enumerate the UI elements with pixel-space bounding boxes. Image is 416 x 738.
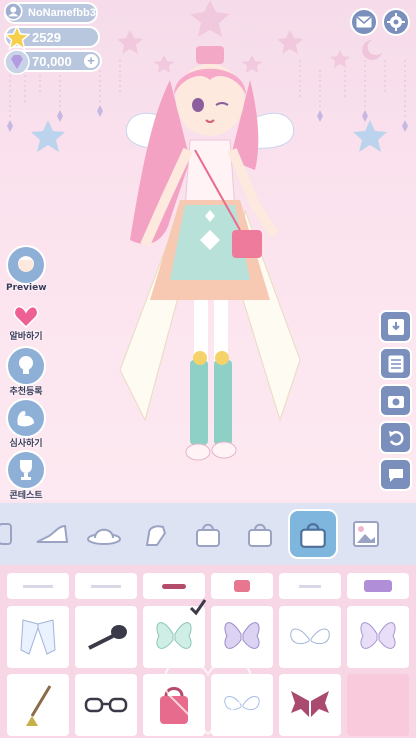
grid-item[interactable] [279, 606, 341, 668]
undo-icon [388, 430, 404, 445]
list-icon [388, 355, 403, 372]
hat-icon [87, 528, 121, 545]
gem-counter: 70,000 + [4, 49, 102, 75]
trophy-icon [20, 460, 32, 480]
partial-item-icon [91, 584, 121, 588]
partial-item-icon [364, 580, 392, 592]
handbag-icon [196, 523, 220, 547]
preview-button[interactable]: Preview [6, 245, 47, 293]
broom-icon [26, 685, 52, 726]
fairy-wings-lilac-icon [360, 622, 396, 649]
grid-item[interactable] [75, 674, 137, 736]
camera-icon [387, 395, 404, 408]
ribbon-wings-icon [20, 619, 56, 655]
heart-icon [13, 305, 39, 329]
grid-item[interactable] [7, 606, 69, 668]
category-hats[interactable] [82, 511, 126, 557]
undo-button[interactable] [379, 421, 412, 454]
mail-icon [356, 16, 372, 28]
mail-button[interactable] [350, 8, 378, 36]
grid-item[interactable] [347, 573, 409, 599]
grid-item[interactable] [279, 674, 341, 736]
player-name-badge: NoNamefbb3 [4, 2, 98, 24]
profile-icon [4, 2, 23, 21]
recommend-label: 추천등록 [9, 387, 43, 397]
save-button[interactable] [379, 310, 412, 343]
angel-wings-icon [290, 628, 330, 645]
camera-button[interactable] [379, 384, 412, 417]
settings-button[interactable] [382, 8, 410, 36]
high-heel-icon [36, 524, 69, 543]
background-icon [353, 521, 379, 547]
dressup-scene: NoNamefbb3 2529 70,000 + Preview 알바하기 추천… [0, 0, 416, 500]
grid-item[interactable] [211, 573, 273, 599]
category-shoes[interactable] [30, 511, 74, 557]
category-bags-2[interactable] [238, 511, 282, 557]
add-gems-button[interactable]: + [84, 54, 98, 68]
star-counter: 2529 [4, 25, 100, 51]
part-time-button[interactable]: 알바하기 [6, 303, 46, 342]
gear-icon [387, 13, 405, 31]
glasses-icon [84, 697, 128, 713]
judge-label: 심사하기 [9, 439, 43, 449]
player-name: NoNamefbb3 [28, 7, 96, 19]
star-icon [4, 25, 30, 51]
partial-item-icon [0, 523, 12, 545]
list-button[interactable] [379, 347, 412, 380]
grid-item[interactable] [75, 606, 137, 668]
girl-portrait-icon [18, 256, 34, 272]
contest-label: 콘테스트 [9, 491, 43, 500]
dressup-character[interactable] [110, 40, 310, 480]
handbag-icon [300, 523, 326, 548]
heart-watermark [163, 658, 253, 736]
microphone-icon [88, 625, 127, 650]
diamond-icon [4, 49, 30, 75]
category-bags-3-active[interactable] [288, 509, 338, 559]
selected-check-icon [189, 599, 207, 616]
judge-button[interactable]: 심사하기 [6, 398, 46, 449]
preview-label: Preview [6, 283, 47, 293]
grid-item[interactable] [7, 573, 69, 599]
partial-item-icon [234, 580, 250, 592]
category-bar [0, 503, 416, 565]
partial-item-icon [23, 584, 53, 588]
grid-item-empty [347, 674, 409, 736]
recommend-button[interactable]: 추천등록 [6, 346, 46, 397]
star-count: 2529 [32, 29, 61, 45]
category-gloves[interactable] [134, 511, 178, 557]
category-partial[interactable] [0, 511, 20, 557]
grid-item[interactable] [75, 573, 137, 599]
partial-item-icon [162, 583, 186, 589]
grid-item[interactable] [143, 573, 205, 599]
grid-item[interactable] [347, 606, 409, 668]
partial-item-icon [299, 584, 321, 588]
glove-icon [145, 525, 167, 546]
category-background[interactable] [344, 511, 388, 557]
muscle-icon [17, 411, 34, 427]
grid-item[interactable] [7, 674, 69, 736]
contest-button[interactable]: 콘테스트 [6, 450, 46, 500]
chat-icon [388, 468, 403, 482]
gem-count: 70,000 [32, 53, 72, 69]
part-time-label: 알바하기 [9, 332, 43, 342]
chat-button[interactable] [379, 458, 412, 491]
category-bags-1[interactable] [186, 511, 230, 557]
save-icon [387, 318, 404, 335]
bat-wings-icon [291, 691, 329, 717]
light-bulb-icon [19, 356, 33, 374]
grid-item[interactable] [279, 573, 341, 599]
handbag-icon [248, 523, 272, 547]
